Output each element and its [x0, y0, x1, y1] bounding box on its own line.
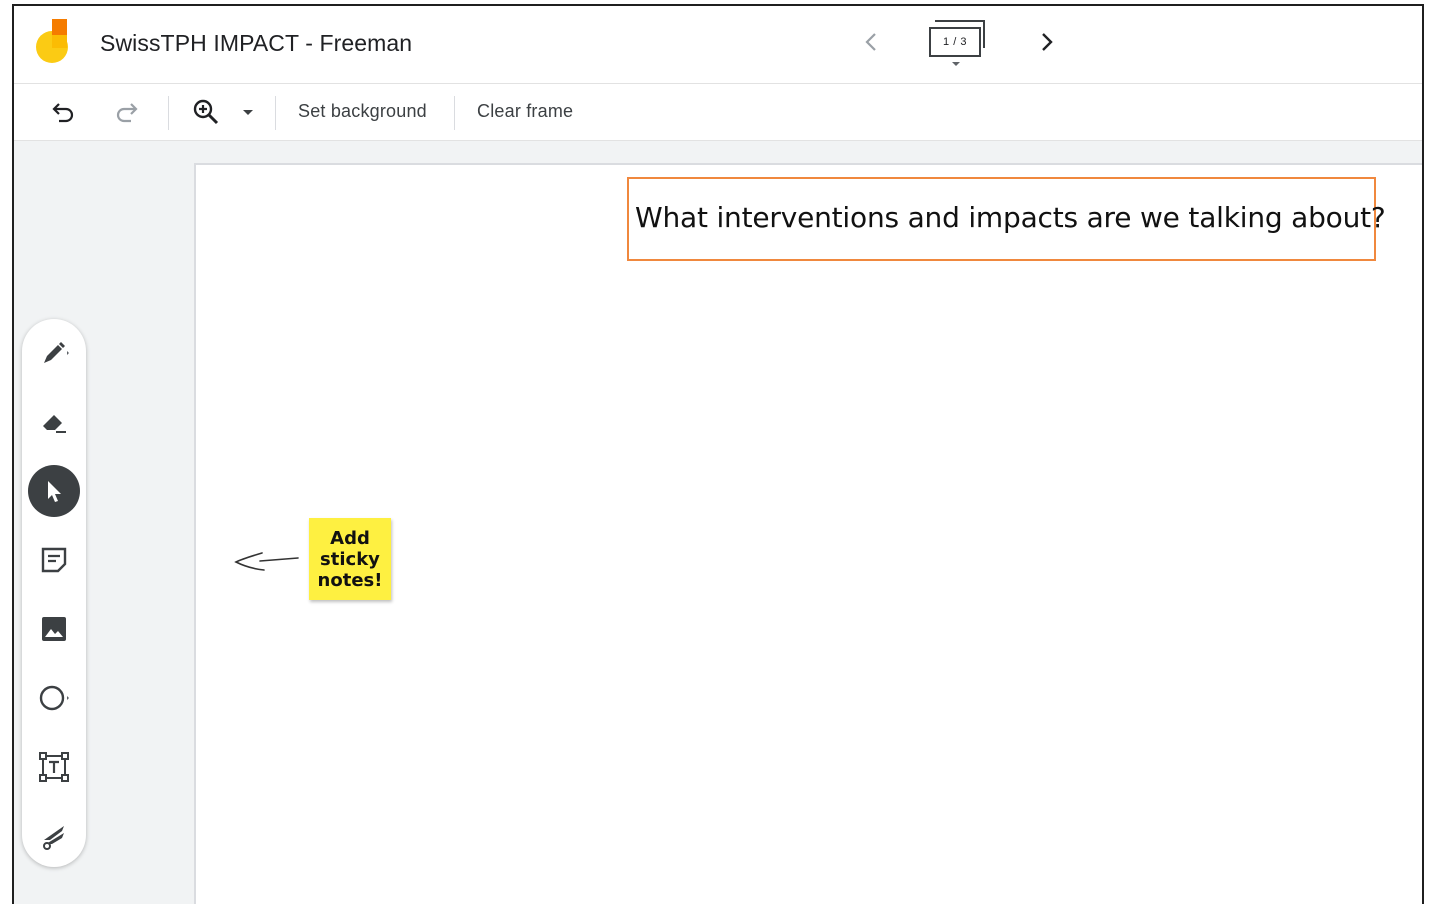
undo-icon[interactable]: [50, 98, 78, 126]
jamboard-window: SwissTPH IMPACT - Freeman 1 / 3 Set back…: [12, 4, 1424, 904]
pen-icon: [44, 342, 69, 363]
tool-sidebar: [22, 319, 86, 867]
image-icon: [42, 617, 66, 641]
text-box-icon: [39, 752, 69, 782]
shape-tool-button[interactable]: [28, 672, 80, 724]
sticky-note[interactable]: Add sticky notes!: [309, 518, 391, 600]
sticky-note-text: Add sticky notes!: [317, 527, 383, 591]
frame-counter-button[interactable]: 1 / 3: [926, 18, 990, 72]
frame-counter-label: 1 / 3: [929, 27, 981, 57]
redo-icon[interactable]: [112, 98, 140, 126]
pen-tool-button[interactable]: [28, 327, 80, 379]
toolbar-divider: [275, 96, 276, 130]
clear-frame-button[interactable]: Clear frame: [477, 101, 573, 122]
set-background-button[interactable]: Set background: [298, 101, 427, 122]
eraser-icon: [43, 415, 66, 433]
frame-title-textbox[interactable]: What interventions and impacts are we ta…: [627, 177, 1386, 261]
jamboard-logo-icon: [36, 19, 68, 63]
document-title[interactable]: SwissTPH IMPACT - Freeman: [100, 30, 412, 57]
text-box-tool-button[interactable]: [28, 741, 80, 793]
workspace: What interventions and impacts are we ta…: [14, 141, 1422, 904]
sticky-note-tool-button[interactable]: [28, 534, 80, 586]
laser-tool-button[interactable]: [28, 810, 80, 862]
eraser-tool-button[interactable]: [28, 396, 80, 448]
select-icon: [48, 481, 61, 502]
toolbar-divider: [454, 96, 455, 130]
circle-icon: [39, 685, 69, 711]
zoom-dropdown-icon[interactable]: [234, 98, 262, 126]
frame-canvas[interactable]: What interventions and impacts are we ta…: [194, 163, 1422, 904]
previous-frame-icon[interactable]: [860, 30, 882, 54]
zoom-in-icon[interactable]: [192, 98, 220, 126]
next-frame-icon[interactable]: [1036, 30, 1058, 54]
select-tool-button[interactable]: [28, 465, 80, 517]
title-bar: SwissTPH IMPACT - Freeman 1 / 3: [14, 6, 1422, 84]
caret-down-icon: [952, 62, 960, 66]
toolbar: Set background Clear frame: [14, 84, 1422, 141]
hand-drawn-arrow[interactable]: [232, 545, 302, 579]
sticky-note-icon: [41, 547, 67, 573]
laser-icon: [43, 826, 64, 850]
toolbar-divider: [168, 96, 169, 130]
frame-title-text: What interventions and impacts are we ta…: [635, 201, 1386, 234]
image-tool-button[interactable]: [28, 603, 80, 655]
